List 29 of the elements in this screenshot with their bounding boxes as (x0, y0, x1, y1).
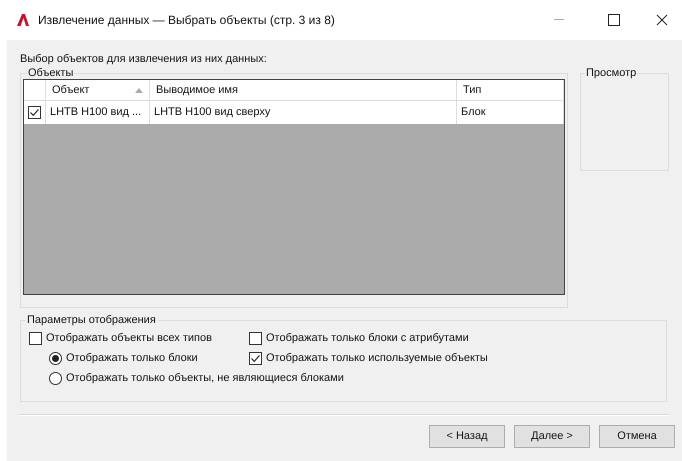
instruction-text: Выбор объектов для извлечения из них данных: (20, 53, 268, 66)
dialog-button[interactable]: Отмена (599, 425, 675, 448)
column-header[interactable]: Выводимое имя (150, 80, 457, 100)
radio-button[interactable] (49, 352, 62, 364)
dialog-button[interactable]: < Назад (429, 425, 505, 448)
option-label: Отображать только используемые объекты (266, 350, 488, 366)
column-header[interactable]: Тип (457, 80, 564, 100)
table-cell: Блок (457, 101, 564, 124)
radio-button[interactable] (49, 372, 62, 384)
option-label: Отображать только блоки (66, 350, 198, 366)
group-label: Параметры отображения (26, 314, 157, 326)
column-header[interactable]: Объект (46, 80, 150, 100)
maximize-icon[interactable] (608, 14, 620, 26)
group-label: Объекты (27, 67, 74, 79)
window-title: Извлечение данных — Выбрать объекты (стр. 3 из 8) (38, 12, 335, 29)
checkbox[interactable] (28, 106, 41, 119)
table-cell: LHTB H100 вид ... (46, 101, 150, 124)
sort-arrow-icon (135, 88, 143, 92)
option-label: Отображать только объекты, не являющиеся блоками (66, 370, 344, 386)
table-cell: LHTB H100 вид сверху (150, 101, 457, 124)
app-logo-icon (16, 13, 30, 27)
option-label: Отображать объекты всех типов (46, 330, 212, 346)
group-label: Просмотр (585, 67, 638, 79)
checkbox[interactable] (249, 352, 262, 364)
close-icon[interactable] (656, 14, 668, 26)
checkbox[interactable] (29, 332, 42, 344)
option-label: Отображать только блоки с атрибутами (266, 330, 469, 346)
checkbox[interactable] (249, 332, 262, 344)
dialog-button[interactable]: Далее > (514, 425, 590, 448)
